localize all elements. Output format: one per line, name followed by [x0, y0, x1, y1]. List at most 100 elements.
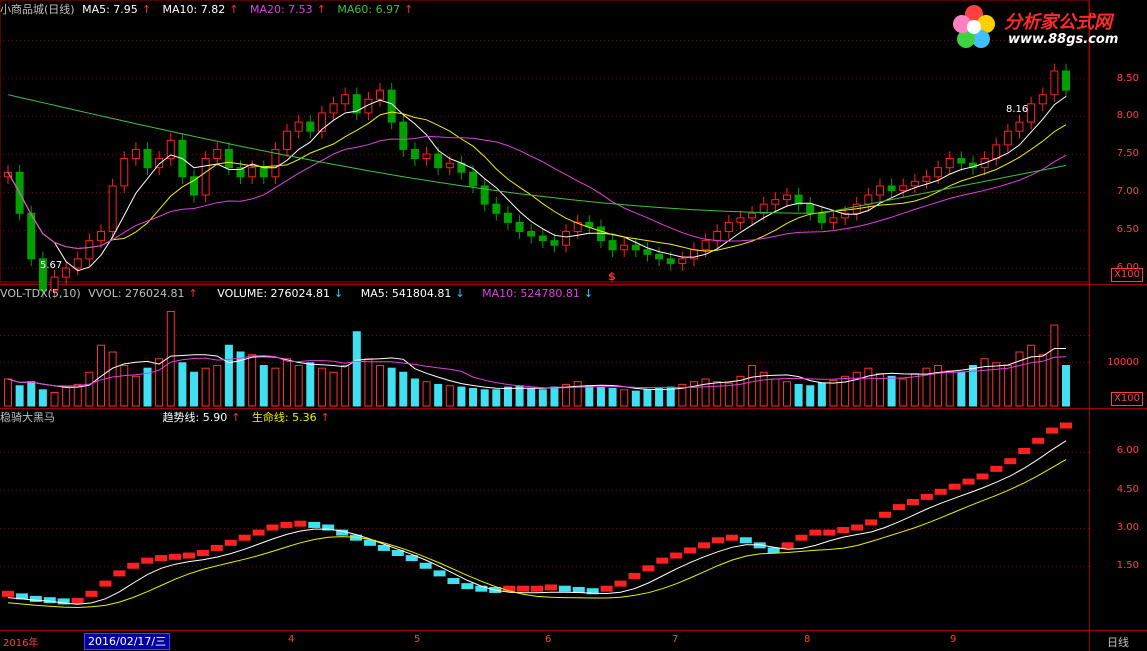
candle-body-87 — [1015, 121, 1024, 132]
high-price-label: 8.16 — [1006, 104, 1029, 115]
volume-bar-31 — [364, 358, 373, 407]
candle-body-55 — [643, 249, 652, 255]
dividend-marker-icon[interactable]: $ — [608, 270, 616, 283]
volume-label: VOLUME: 276024.81 — [217, 287, 330, 300]
vol-ma10-value: MA10: 524780.81 ↓ — [482, 287, 597, 300]
candle-body-16 — [190, 176, 199, 196]
indicator-step-63 — [879, 511, 892, 518]
volume-bar-30 — [352, 331, 361, 407]
indicator-step-13 — [182, 552, 195, 559]
indicator-step-33 — [461, 583, 474, 590]
candle-body-62 — [724, 221, 733, 233]
volume-bar-50 — [585, 385, 594, 407]
volume-bar-88 — [1027, 344, 1036, 407]
volume-bar-44 — [515, 385, 524, 407]
volume-bar-0 — [4, 378, 12, 407]
x-month-7: 7 — [672, 634, 679, 645]
period-selector[interactable]: 日线 — [1107, 634, 1129, 650]
volume-bar-43 — [503, 386, 512, 407]
indicator-step-76 — [1060, 422, 1072, 429]
volume-bar-65 — [759, 371, 768, 407]
life-line — [7, 459, 1067, 609]
ma20-label: MA20: 7.53 — [249, 3, 313, 16]
candle-body-70 — [817, 212, 826, 223]
candle-body-21 — [248, 167, 257, 178]
site-logo[interactable]: 分析家公式网 www.88gs.com — [948, 2, 1144, 52]
trend-line-value: 趋势线: 5.90 ↑ — [163, 411, 245, 424]
indicator-step-0 — [2, 590, 14, 597]
volume-bar-51 — [596, 386, 605, 407]
indicator-step-38 — [531, 585, 543, 592]
ma10-value: MA10: 7.82 ↑ — [163, 3, 243, 16]
x-month-5: 5 — [414, 634, 421, 645]
indicator-step-60 — [837, 527, 850, 534]
indicator-step-73 — [1018, 448, 1031, 454]
cursor-date-box[interactable]: 2016/02/17/三 — [84, 633, 171, 650]
indicator-step-67 — [934, 488, 947, 495]
volume-chart[interactable] — [4, 311, 1070, 407]
volume-bar-89 — [1038, 354, 1047, 407]
candle-body-9 — [108, 185, 117, 233]
ma5-line — [7, 95, 1067, 272]
low-price-label: 5.67 — [40, 260, 63, 271]
volume-bar-7 — [85, 371, 94, 407]
candle-body-66 — [771, 199, 780, 205]
volume-bar-46 — [538, 389, 547, 407]
volume-bar-25 — [294, 365, 303, 407]
candle-body-7 — [85, 240, 94, 260]
volume-bar-52 — [608, 387, 617, 407]
indicator-step-44 — [614, 580, 627, 587]
candle-body-11 — [131, 148, 140, 160]
price-tick-2: 8.00 — [1116, 110, 1139, 121]
indicator-step-22 — [308, 521, 321, 528]
ma20-value: MA20: 7.53 ↑ — [250, 3, 330, 16]
volume-bar-57 — [666, 386, 675, 407]
volume-bar-84 — [980, 358, 989, 407]
candle-body-37 — [434, 153, 443, 169]
ma20-arrow-icon: ↑ — [316, 3, 326, 16]
x-month-6: 6 — [545, 634, 552, 645]
vol-ma5-label: MA5: 541804.81 — [360, 287, 452, 300]
candle-body-45 — [527, 231, 536, 237]
volume-header: VOL-TDX(5,10) VVOL: 276024.81 ↑ VOLUME: 2… — [0, 286, 601, 302]
price-tick-3: 7.50 — [1116, 148, 1139, 159]
price-chart[interactable] — [4, 63, 1070, 299]
volume-bar-29 — [341, 365, 350, 407]
indicator-chart[interactable] — [2, 422, 1072, 609]
indicator-header: 稳骑大黑马 趋势线: 5.90 ↑ 生命线: 5.36 ↑ — [0, 410, 338, 426]
candle-body-79 — [922, 176, 931, 182]
volume-bar-16 — [190, 371, 199, 407]
volume-bar-67 — [782, 381, 791, 407]
trend-line — [7, 440, 1067, 605]
candle-body-85 — [992, 144, 1001, 160]
vol-ma10-arrow-icon: ↓ — [583, 287, 594, 300]
ma60-label: MA60: 6.97 — [337, 3, 401, 16]
indicator-tick-3: 3.00 — [1116, 522, 1139, 533]
volume-bar-91 — [1062, 365, 1070, 407]
indicator-step-75 — [1046, 427, 1059, 434]
logo-title: 分析家公式网 — [1004, 12, 1112, 33]
candle-body-69 — [806, 203, 815, 214]
candle-body-40 — [469, 171, 478, 187]
candle-body-89 — [1038, 94, 1047, 105]
candle-body-67 — [782, 194, 791, 201]
x-month-9: 9 — [950, 634, 957, 645]
volume-bar-60 — [701, 378, 710, 407]
ma5-label: MA5: 7.95 — [82, 3, 138, 16]
price-header: 小商品城(日线) MA5: 7.95 ↑ MA10: 7.82 ↑ MA20: 7.… — [0, 2, 421, 18]
indicator-step-69 — [962, 478, 975, 485]
indicator-step-65 — [906, 499, 919, 505]
flower-logo-icon — [953, 5, 995, 48]
candle-body-18 — [213, 148, 222, 160]
volume-bar-36 — [422, 381, 431, 407]
volume-bar-32 — [376, 365, 385, 407]
indicator-step-71 — [990, 465, 1003, 472]
candle-body-54 — [631, 244, 640, 251]
chart-canvas[interactable] — [0, 0, 1147, 651]
indicator-step-9 — [127, 562, 140, 569]
candle-body-71 — [829, 217, 838, 223]
trend-arrow-icon: ↑ — [231, 411, 241, 424]
indicator-step-37 — [517, 585, 530, 592]
candle-body-47 — [550, 240, 559, 246]
volume-bar-69 — [806, 385, 815, 407]
